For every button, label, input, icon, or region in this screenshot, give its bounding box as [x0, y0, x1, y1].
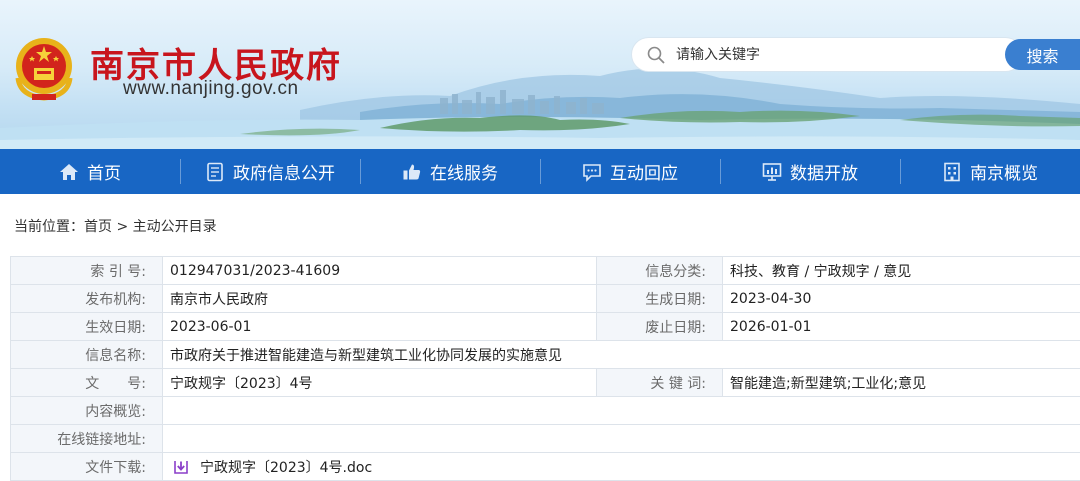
- keywords-label: 关 键 词:: [597, 369, 723, 397]
- publisher-value: 南京市人民政府: [163, 285, 597, 313]
- download-cell: 宁政规字〔2023〕4号.doc: [163, 453, 1080, 481]
- nav-label: 政府信息公开: [233, 159, 335, 184]
- keywords-value: 智能建造;新型建筑;工业化;意见: [723, 369, 1080, 397]
- download-icon[interactable]: [174, 460, 188, 474]
- search-icon: [646, 45, 666, 65]
- site-header: 南京市人民政府 www.nanjing.gov.cn 搜索: [0, 0, 1080, 149]
- table-row: 在线链接地址:: [11, 425, 1080, 453]
- expire-date-value: 2026-01-01: [723, 313, 1080, 341]
- nav-label: 数据开放: [790, 159, 858, 184]
- nav-label: 首页: [87, 159, 121, 184]
- doc-no-label: 文 号:: [11, 369, 163, 397]
- table-row: 生效日期: 2023-06-01 废止日期: 2026-01-01: [11, 313, 1080, 341]
- site-url: www.nanjing.gov.cn: [123, 78, 299, 100]
- table-row: 内容概览:: [11, 397, 1080, 425]
- summary-value: [163, 397, 1080, 425]
- info-name-label: 信息名称:: [11, 341, 163, 369]
- thumbs-up-icon: [402, 162, 422, 182]
- publisher-label: 发布机构:: [11, 285, 163, 313]
- chat-icon: [582, 162, 602, 182]
- nav-label: 互动回应: [610, 159, 678, 184]
- summary-label: 内容概览:: [11, 397, 163, 425]
- created-date-value: 2023-04-30: [723, 285, 1080, 313]
- index-no-label: 索 引 号:: [11, 257, 163, 285]
- nav-item-nanjing-overview[interactable]: 南京概览: [900, 149, 1080, 194]
- building-icon: [942, 162, 962, 182]
- effective-date-label: 生效日期:: [11, 313, 163, 341]
- doc-no-value: 宁政规字〔2023〕4号: [163, 369, 597, 397]
- nav-item-home[interactable]: 首页: [0, 149, 180, 194]
- nav-label: 南京概览: [970, 159, 1038, 184]
- nav-item-gov-info[interactable]: 政府信息公开: [180, 149, 360, 194]
- home-icon: [59, 162, 79, 182]
- info-name-value: 市政府关于推进智能建造与新型建筑工业化协同发展的实施意见: [163, 341, 1080, 369]
- table-row: 发布机构: 南京市人民政府 生成日期: 2023-04-30: [11, 285, 1080, 313]
- effective-date-value: 2023-06-01: [163, 313, 597, 341]
- expire-date-label: 废止日期:: [597, 313, 723, 341]
- search-button[interactable]: 搜索: [1005, 39, 1080, 70]
- table-row: 文 号: 宁政规字〔2023〕4号 关 键 词: 智能建造;新型建筑;工业化;意…: [11, 369, 1080, 397]
- breadcrumb-separator: >: [112, 219, 133, 235]
- chart-icon: [762, 162, 782, 182]
- breadcrumb-current-link[interactable]: 主动公开目录: [133, 219, 217, 235]
- table-row: 文件下载: 宁政规字〔2023〕4号.doc: [11, 453, 1080, 481]
- main-nav: 首页 政府信息公开 在线服务 互动回应 数据开放: [0, 149, 1080, 194]
- table-row: 索 引 号: 012947031/2023-41609 信息分类: 科技、教育 …: [11, 257, 1080, 285]
- breadcrumb-prefix: 当前位置：: [14, 219, 84, 235]
- search-input[interactable]: [676, 42, 1006, 67]
- document-icon: [205, 162, 225, 182]
- nav-item-interaction[interactable]: 互动回应: [540, 149, 720, 194]
- index-no-value: 012947031/2023-41609: [163, 257, 597, 285]
- download-file-link[interactable]: 宁政规字〔2023〕4号.doc: [200, 460, 372, 476]
- document-info-table: 索 引 号: 012947031/2023-41609 信息分类: 科技、教育 …: [10, 256, 1080, 481]
- download-label: 文件下载:: [11, 453, 163, 481]
- breadcrumb-home-link[interactable]: 首页: [84, 219, 112, 235]
- search-box: [632, 38, 1022, 71]
- nav-label: 在线服务: [430, 159, 498, 184]
- online-link-value: [163, 425, 1080, 453]
- created-date-label: 生成日期:: [597, 285, 723, 313]
- breadcrumb: 当前位置：首页 > 主动公开目录: [0, 194, 1080, 256]
- nav-item-open-data[interactable]: 数据开放: [720, 149, 900, 194]
- online-link-label: 在线链接地址:: [11, 425, 163, 453]
- category-label: 信息分类:: [597, 257, 723, 285]
- category-value: 科技、教育 / 宁政规字 / 意见: [723, 257, 1080, 285]
- table-row: 信息名称: 市政府关于推进智能建造与新型建筑工业化协同发展的实施意见: [11, 341, 1080, 369]
- nav-item-online-service[interactable]: 在线服务: [360, 149, 540, 194]
- national-emblem-icon: [10, 32, 78, 104]
